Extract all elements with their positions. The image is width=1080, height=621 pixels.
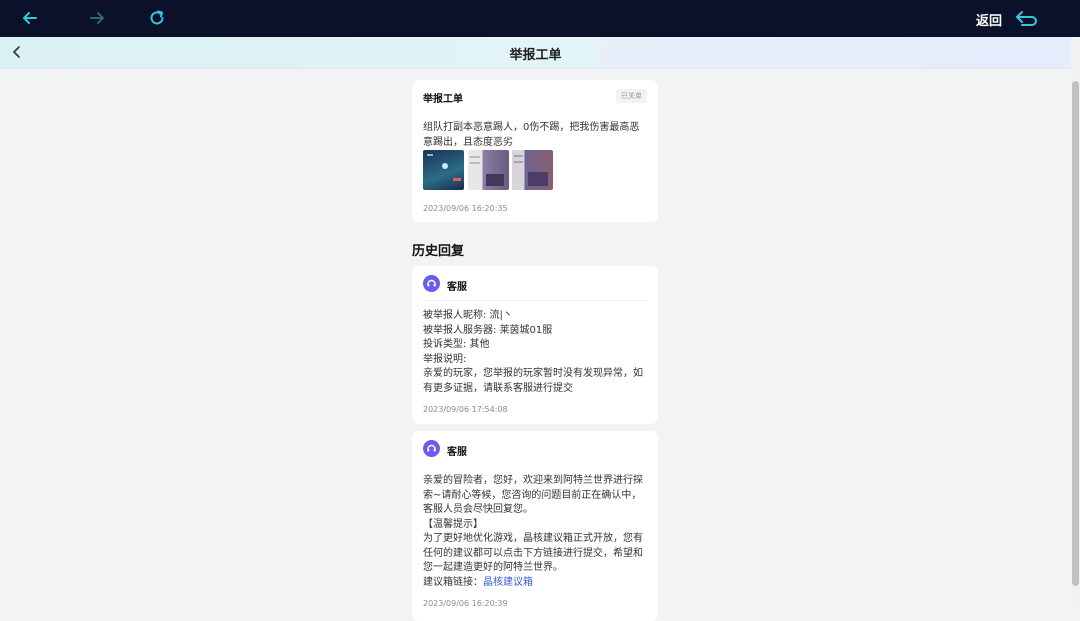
link-prefix: 建议箱链接： (423, 576, 483, 588)
ticket-timestamp: 2023/09/06 16:20:35 (423, 204, 508, 213)
reply-line: 被举报人服务器: 莱茵城01服 (423, 324, 553, 336)
divider (423, 300, 647, 301)
status-badge: 已关单 (616, 89, 647, 103)
agent-name: 客服 (447, 282, 467, 293)
arrow-left-icon[interactable] (20, 8, 40, 28)
return-icon[interactable] (1014, 7, 1040, 29)
reply-line: 投诉类型: 其他 (423, 339, 490, 350)
ticket-description: 组队打副本恶意踢人，0伤不踢，把我伤害最高恶意踢出，且态度恶劣 (423, 122, 640, 148)
page-header: 举报工单 (0, 37, 1071, 69)
arrow-right-icon[interactable] (87, 8, 107, 28)
reply-body: 亲爱的冒险者，您好，欢迎来到阿特兰世界进行探索~请耐心等候，您咨询的问题目前正在… (423, 474, 649, 590)
history-section-title: 历史回复 (412, 244, 465, 259)
scrollbar[interactable] (1071, 37, 1080, 608)
reply-card: 客服 亲爱的冒险者，您好，欢迎来到阿特兰世界进行探索~请耐心等候，您咨询的问题目… (412, 431, 658, 621)
page-title: 举报工单 (509, 48, 562, 63)
reply-line: 亲爱的冒险者，您好，欢迎来到阿特兰世界进行探索~请耐心等候，您咨询的问题目前正在… (423, 475, 643, 515)
reply-line: 【温馨提示】 (423, 518, 483, 530)
reply-line: 举报说明: (423, 353, 467, 365)
customer-service-icon (423, 440, 440, 457)
attachment-image-2[interactable] (468, 150, 509, 190)
reply-timestamp: 2023/09/06 17:54:08 (423, 405, 508, 414)
reply-card: 客服 被举报人昵称: 流|丶 被举报人服务器: 莱茵城01服 投诉类型: 其他 … (412, 266, 658, 424)
return-button-label[interactable]: 返回 (976, 10, 1002, 29)
agent-name: 客服 (447, 447, 467, 458)
browser-toolbar: 返回 (0, 0, 1080, 37)
reply-timestamp: 2023/09/06 16:20:39 (423, 599, 508, 608)
reply-body: 被举报人昵称: 流|丶 被举报人服务器: 莱茵城01服 投诉类型: 其他 举报说… (423, 309, 649, 396)
reply-line: 亲爱的玩家，您举报的玩家暂时没有发现异常，如有更多证据，请联系客服进行提交 (423, 368, 643, 394)
ticket-title: 举报工单 (423, 94, 463, 105)
scrollbar-thumb[interactable] (1072, 81, 1079, 586)
attachment-image-1[interactable] (423, 150, 464, 190)
reload-icon[interactable] (147, 8, 167, 28)
reply-line: 被举报人昵称: 流|丶 (423, 310, 513, 321)
customer-service-icon (423, 275, 440, 292)
reply-link-line: 建议箱链接：晶核建议箱 (423, 576, 649, 591)
ticket-card: 举报工单 已关单 组队打副本恶意踢人，0伤不踢，把我伤害最高恶意踢出，且态度恶劣 (412, 80, 658, 222)
attachment-image-3[interactable] (512, 150, 553, 190)
suggestion-box-link[interactable]: 晶核建议箱 (483, 577, 533, 588)
reply-line: 为了更好地优化游戏，晶核建议箱正式开放，您有任何的建议都可以点击下方链接进行提交… (423, 533, 643, 573)
